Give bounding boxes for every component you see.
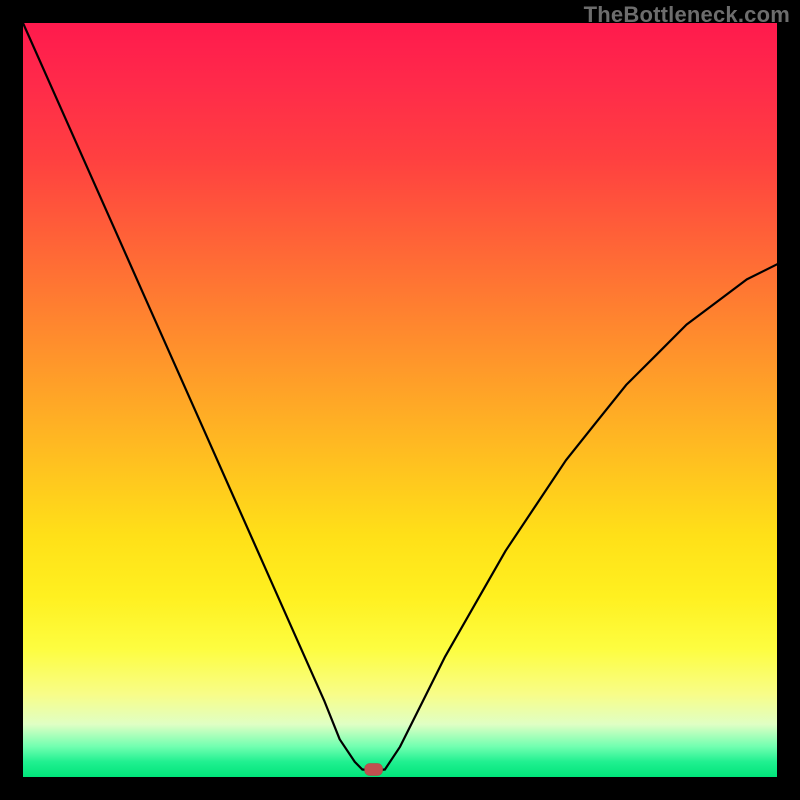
watermark-text: TheBottleneck.com <box>584 2 790 28</box>
chart-svg <box>23 23 777 777</box>
data-marker <box>365 764 383 776</box>
chart-frame: TheBottleneck.com <box>0 0 800 800</box>
left-curve <box>23 23 362 770</box>
plot-area <box>23 23 777 777</box>
right-curve <box>385 264 777 769</box>
